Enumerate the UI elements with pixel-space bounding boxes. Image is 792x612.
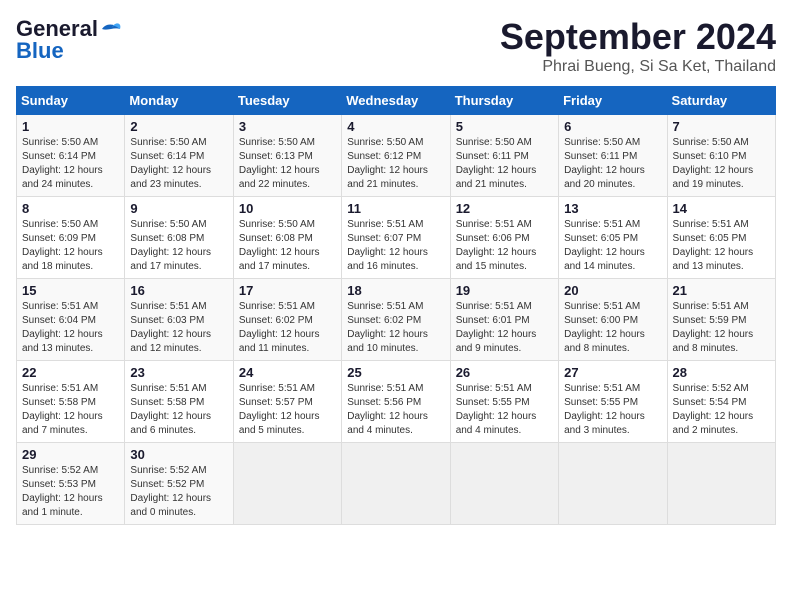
calendar-empty-cell [342,443,450,525]
calendar-day-20: 20 Sunrise: 5:51 AMSunset: 6:00 PMDaylig… [559,279,667,361]
calendar-day-1: 1 Sunrise: 5:50 AMSunset: 6:14 PMDayligh… [17,115,125,197]
calendar-day-11: 11 Sunrise: 5:51 AMSunset: 6:07 PMDaylig… [342,197,450,279]
weekday-header-sunday: Sunday [17,87,125,115]
calendar-day-5: 5 Sunrise: 5:50 AMSunset: 6:11 PMDayligh… [450,115,558,197]
day-number: 4 [347,119,444,134]
day-number: 14 [673,201,770,216]
day-number: 20 [564,283,661,298]
calendar-day-8: 8 Sunrise: 5:50 AMSunset: 6:09 PMDayligh… [17,197,125,279]
calendar-week-3: 15 Sunrise: 5:51 AMSunset: 6:04 PMDaylig… [17,279,776,361]
calendar-day-9: 9 Sunrise: 5:50 AMSunset: 6:08 PMDayligh… [125,197,233,279]
day-number: 29 [22,447,119,462]
calendar-day-16: 16 Sunrise: 5:51 AMSunset: 6:03 PMDaylig… [125,279,233,361]
calendar-week-2: 8 Sunrise: 5:50 AMSunset: 6:09 PMDayligh… [17,197,776,279]
day-number: 24 [239,365,336,380]
calendar-day-3: 3 Sunrise: 5:50 AMSunset: 6:13 PMDayligh… [233,115,341,197]
day-number: 25 [347,365,444,380]
calendar-day-28: 28 Sunrise: 5:52 AMSunset: 5:54 PMDaylig… [667,361,775,443]
day-number: 17 [239,283,336,298]
day-number: 9 [130,201,227,216]
calendar-day-7: 7 Sunrise: 5:50 AMSunset: 6:10 PMDayligh… [667,115,775,197]
calendar-empty-cell [450,443,558,525]
calendar-day-19: 19 Sunrise: 5:51 AMSunset: 6:01 PMDaylig… [450,279,558,361]
calendar-day-15: 15 Sunrise: 5:51 AMSunset: 6:04 PMDaylig… [17,279,125,361]
calendar-empty-cell [233,443,341,525]
day-number: 19 [456,283,553,298]
day-number: 6 [564,119,661,134]
day-number: 12 [456,201,553,216]
day-number: 10 [239,201,336,216]
logo-blue: Blue [16,38,64,64]
calendar-week-1: 1 Sunrise: 5:50 AMSunset: 6:14 PMDayligh… [17,115,776,197]
weekday-header-friday: Friday [559,87,667,115]
day-number: 28 [673,365,770,380]
day-number: 7 [673,119,770,134]
calendar-day-21: 21 Sunrise: 5:51 AMSunset: 5:59 PMDaylig… [667,279,775,361]
day-number: 21 [673,283,770,298]
weekday-header-saturday: Saturday [667,87,775,115]
calendar-week-4: 22 Sunrise: 5:51 AMSunset: 5:58 PMDaylig… [17,361,776,443]
weekday-header-monday: Monday [125,87,233,115]
day-number: 8 [22,201,119,216]
calendar-day-17: 17 Sunrise: 5:51 AMSunset: 6:02 PMDaylig… [233,279,341,361]
weekday-header-row: SundayMondayTuesdayWednesdayThursdayFrid… [17,87,776,115]
logo: General Blue [16,16,122,64]
calendar-empty-cell [559,443,667,525]
weekday-header-thursday: Thursday [450,87,558,115]
calendar-day-26: 26 Sunrise: 5:51 AMSunset: 5:55 PMDaylig… [450,361,558,443]
day-number: 30 [130,447,227,462]
weekday-header-tuesday: Tuesday [233,87,341,115]
calendar-day-10: 10 Sunrise: 5:50 AMSunset: 6:08 PMDaylig… [233,197,341,279]
title-area: September 2024 Phrai Bueng, Si Sa Ket, T… [500,16,776,76]
day-number: 1 [22,119,119,134]
logo-bird-icon [100,21,122,37]
day-number: 3 [239,119,336,134]
page-header: General Blue September 2024 Phrai Bueng,… [16,16,776,76]
calendar-empty-cell [667,443,775,525]
calendar-day-29: 29 Sunrise: 5:52 AMSunset: 5:53 PMDaylig… [17,443,125,525]
weekday-header-wednesday: Wednesday [342,87,450,115]
calendar-day-30: 30 Sunrise: 5:52 AMSunset: 5:52 PMDaylig… [125,443,233,525]
day-number: 2 [130,119,227,134]
calendar-day-13: 13 Sunrise: 5:51 AMSunset: 6:05 PMDaylig… [559,197,667,279]
calendar-day-14: 14 Sunrise: 5:51 AMSunset: 6:05 PMDaylig… [667,197,775,279]
calendar-day-24: 24 Sunrise: 5:51 AMSunset: 5:57 PMDaylig… [233,361,341,443]
calendar-day-4: 4 Sunrise: 5:50 AMSunset: 6:12 PMDayligh… [342,115,450,197]
calendar-day-25: 25 Sunrise: 5:51 AMSunset: 5:56 PMDaylig… [342,361,450,443]
calendar-day-23: 23 Sunrise: 5:51 AMSunset: 5:58 PMDaylig… [125,361,233,443]
day-number: 5 [456,119,553,134]
day-number: 22 [22,365,119,380]
day-number: 15 [22,283,119,298]
calendar-day-12: 12 Sunrise: 5:51 AMSunset: 6:06 PMDaylig… [450,197,558,279]
day-number: 11 [347,201,444,216]
calendar-day-18: 18 Sunrise: 5:51 AMSunset: 6:02 PMDaylig… [342,279,450,361]
day-number: 13 [564,201,661,216]
day-number: 18 [347,283,444,298]
location-title: Phrai Bueng, Si Sa Ket, Thailand [500,58,776,76]
calendar-day-27: 27 Sunrise: 5:51 AMSunset: 5:55 PMDaylig… [559,361,667,443]
day-number: 27 [564,365,661,380]
month-title: September 2024 [500,16,776,58]
day-number: 26 [456,365,553,380]
day-number: 23 [130,365,227,380]
calendar-day-22: 22 Sunrise: 5:51 AMSunset: 5:58 PMDaylig… [17,361,125,443]
day-number: 16 [130,283,227,298]
calendar-table: SundayMondayTuesdayWednesdayThursdayFrid… [16,86,776,525]
calendar-week-5: 29 Sunrise: 5:52 AMSunset: 5:53 PMDaylig… [17,443,776,525]
calendar-day-6: 6 Sunrise: 5:50 AMSunset: 6:11 PMDayligh… [559,115,667,197]
calendar-day-2: 2 Sunrise: 5:50 AMSunset: 6:14 PMDayligh… [125,115,233,197]
